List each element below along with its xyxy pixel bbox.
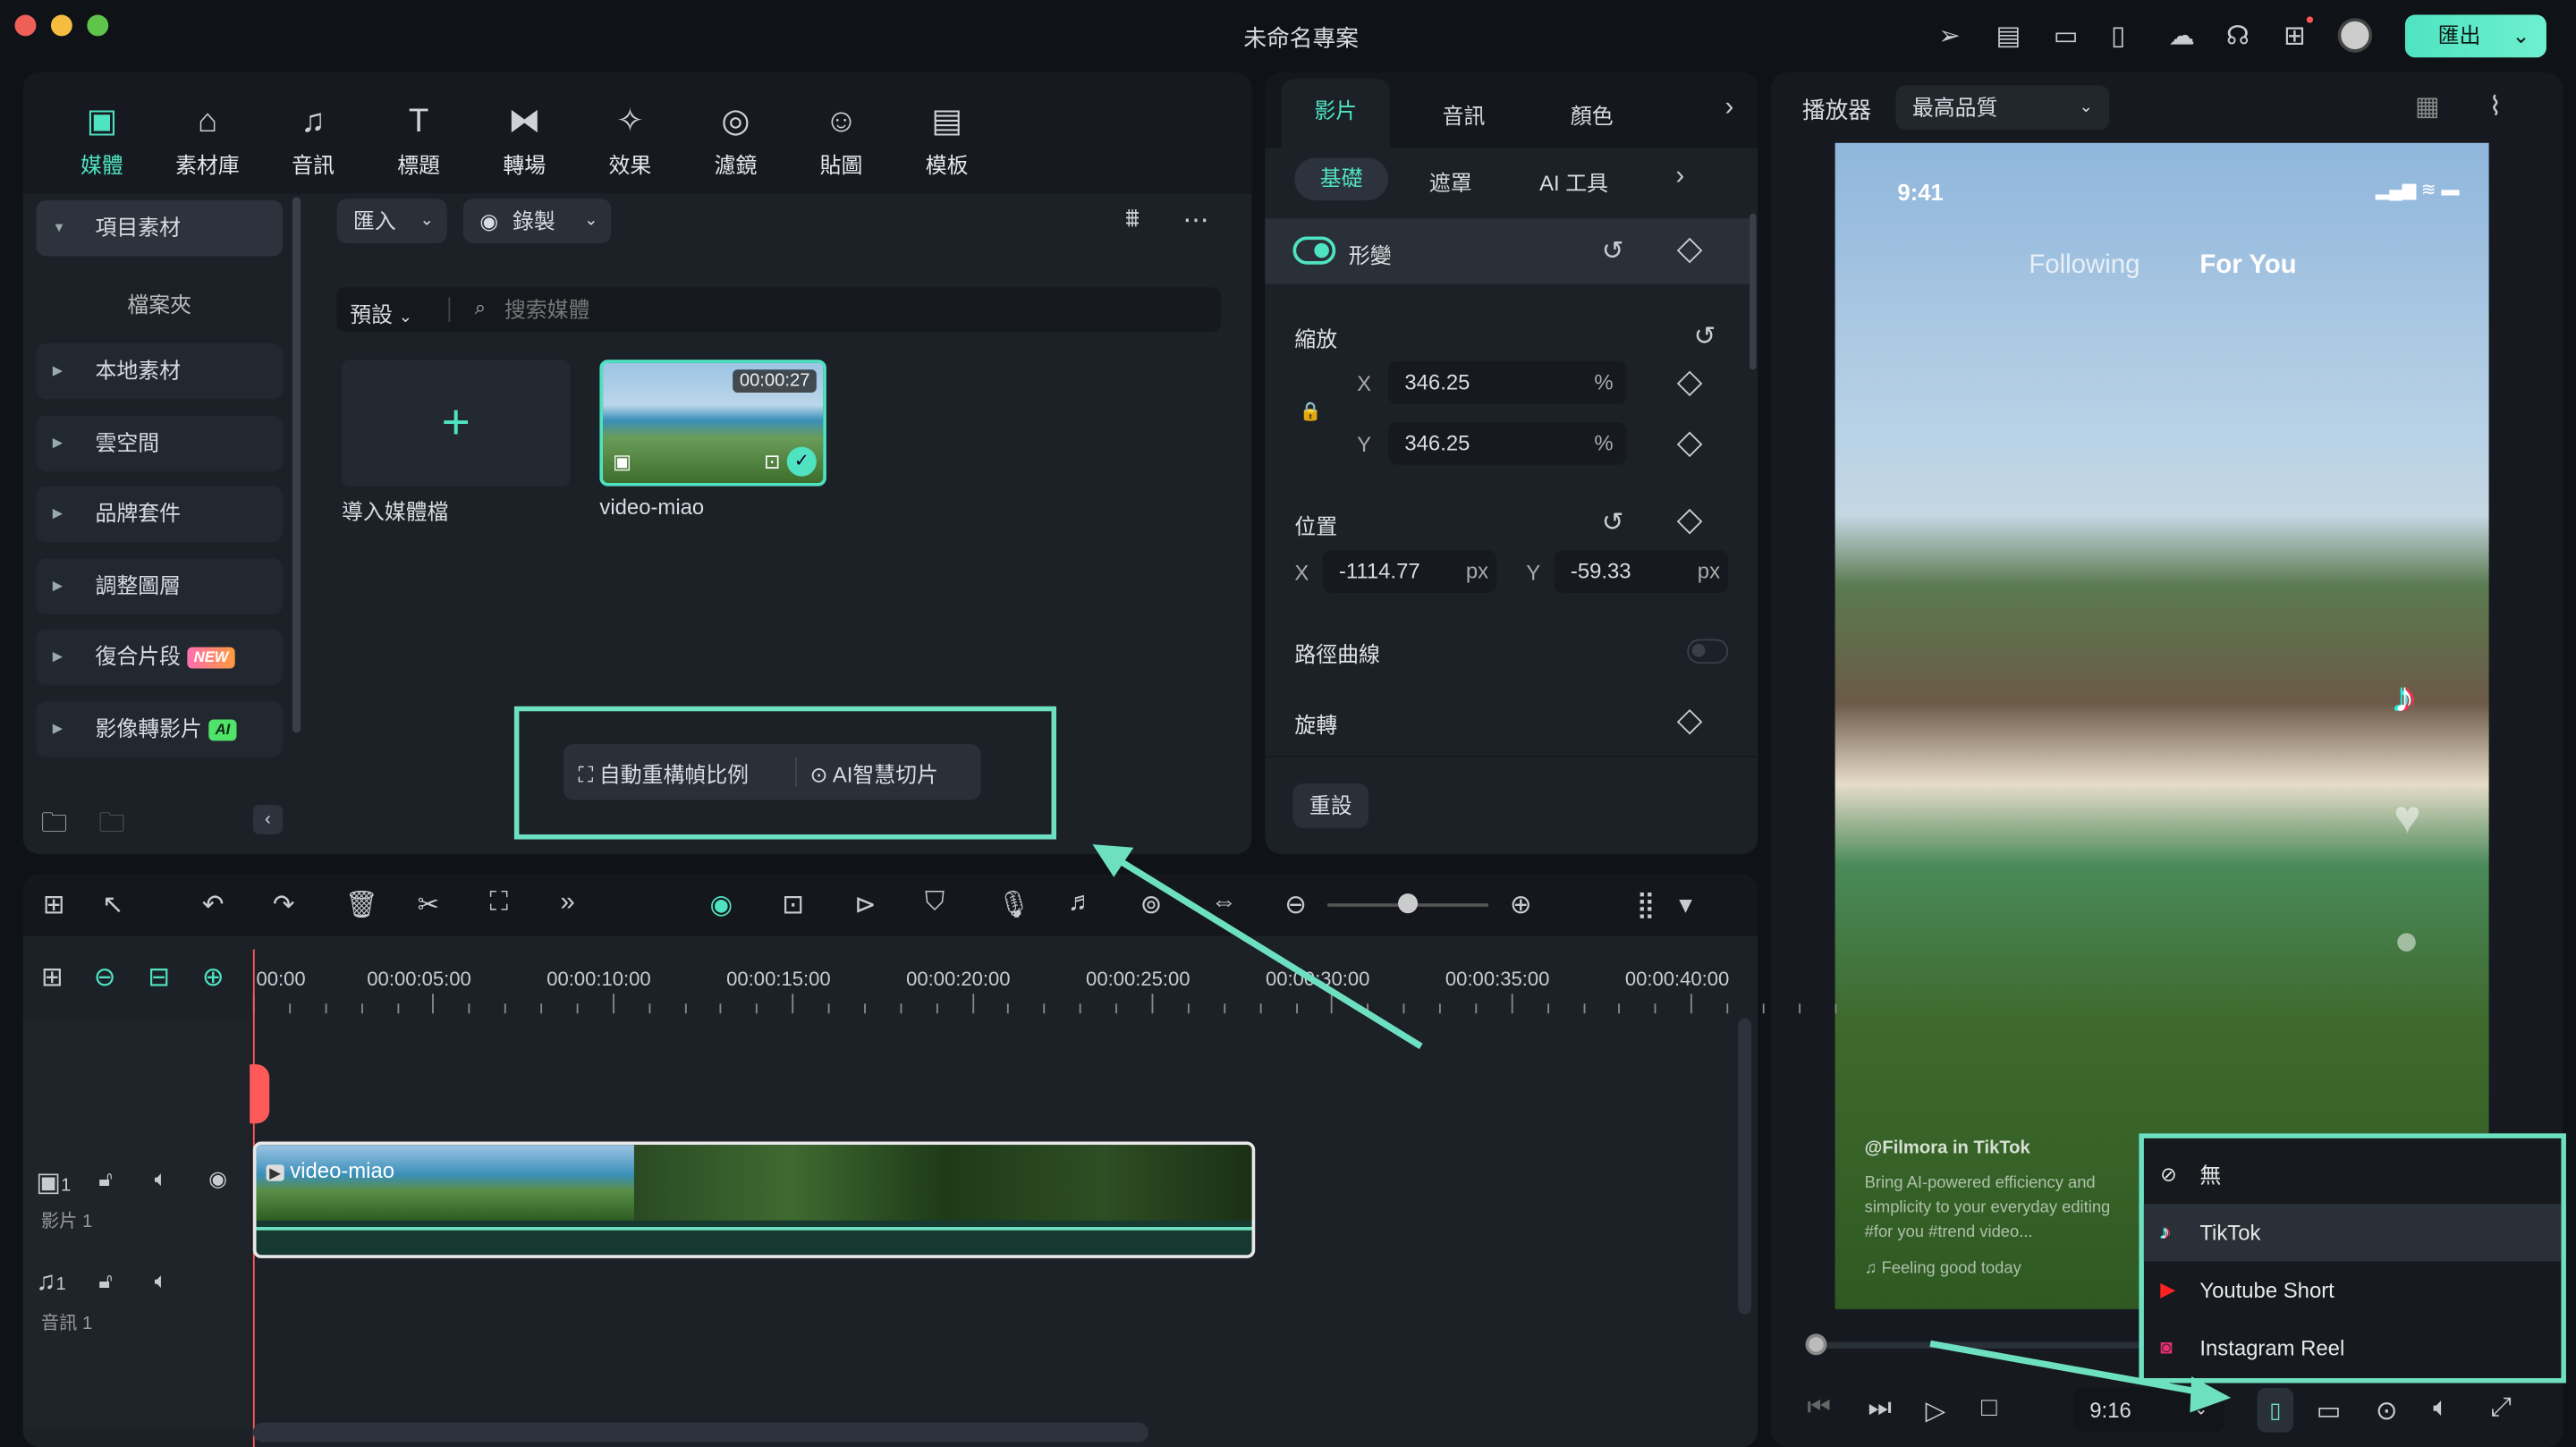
app-window: 未命名專案 ➢ ▤ ▭ ▯ ☁ ☊ ⊞ 匯出 ⌄ ▣ 媒體 ⌂ 素材庫 ♫ 音訊 T 標題 ⧓ 轉場… xyxy=(0,0,2576,1447)
arrow-head xyxy=(1092,844,1134,877)
arrow-head xyxy=(2190,1376,2232,1413)
arrow-to-ai-tools xyxy=(1106,850,1423,1050)
annotation-arrows xyxy=(1092,844,2232,1413)
arrow-to-safe-zone xyxy=(1929,1340,2206,1397)
